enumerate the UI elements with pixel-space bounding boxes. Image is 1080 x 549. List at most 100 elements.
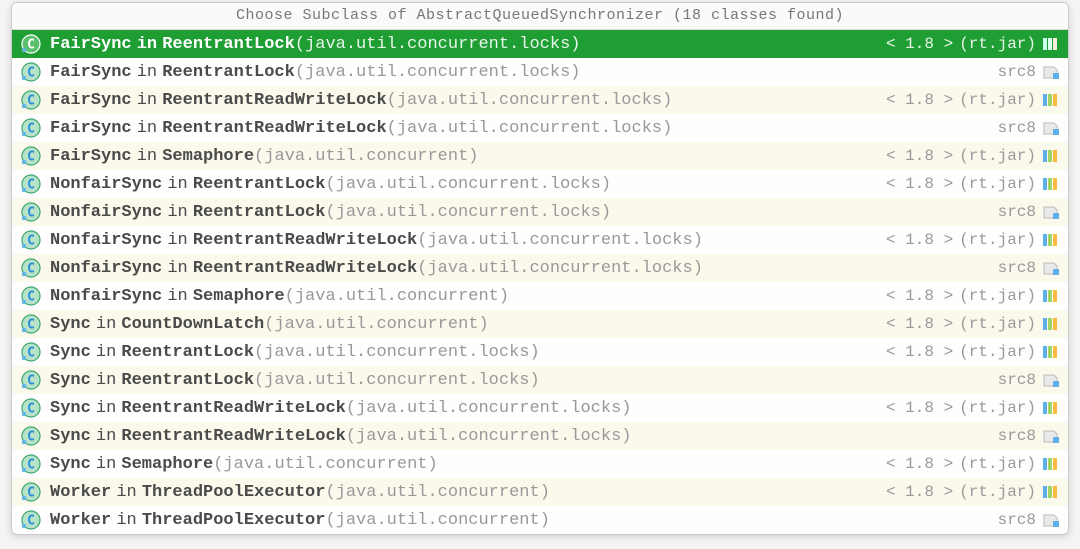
class-list-item[interactable]: C NonfairSync in Semaphore (java.util.co… — [12, 282, 1068, 310]
class-list-item[interactable]: C NonfairSync in ReentrantLock (java.uti… — [12, 198, 1068, 226]
class-icon: C — [20, 229, 42, 251]
class-list-item[interactable]: C Sync in CountDownLatch (java.util.conc… — [12, 310, 1068, 338]
class-name: FairSync — [50, 147, 132, 166]
package-name: (java.util.concurrent) — [325, 511, 549, 530]
class-list-item[interactable]: C FairSync in ReentrantLock (java.util.c… — [12, 30, 1068, 58]
container-class: ReentrantLock — [193, 203, 326, 222]
class-label: FairSync in ReentrantReadWriteLock (java… — [50, 119, 998, 138]
class-name: Sync — [50, 315, 91, 334]
class-label: FairSync in ReentrantReadWriteLock (java… — [50, 91, 886, 110]
class-label: Sync in CountDownLatch (java.util.concur… — [50, 315, 886, 334]
class-list-item[interactable]: C Worker in ThreadPoolExecutor (java.uti… — [12, 506, 1068, 534]
location-info: < 1.8 >(rt.jar) — [886, 343, 1060, 361]
container-class: CountDownLatch — [121, 315, 264, 334]
source-folder-icon — [1042, 371, 1060, 389]
class-icon: C — [20, 173, 42, 195]
source-location: (rt.jar) — [959, 175, 1036, 193]
class-name: FairSync — [50, 35, 132, 54]
jdk-version: < 1.8 > — [886, 455, 953, 473]
package-name: (java.util.concurrent.locks) — [346, 399, 632, 418]
jdk-version: < 1.8 > — [886, 315, 953, 333]
class-icon: C — [20, 117, 42, 139]
class-label: FairSync in ReentrantLock (java.util.con… — [50, 35, 886, 54]
source-location: (rt.jar) — [959, 483, 1036, 501]
in-keyword: in — [116, 511, 136, 530]
svg-text:C: C — [27, 94, 35, 109]
svg-text:C: C — [27, 122, 35, 137]
package-name: (java.util.concurrent.locks) — [295, 35, 581, 54]
class-icon: C — [20, 369, 42, 391]
class-list-item[interactable]: C FairSync in Semaphore (java.util.concu… — [12, 142, 1068, 170]
source-location: src8 — [998, 63, 1036, 81]
class-list-item[interactable]: C Sync in ReentrantReadWriteLock (java.u… — [12, 422, 1068, 450]
library-icon — [1042, 35, 1060, 53]
class-list-item[interactable]: C NonfairSync in ReentrantReadWriteLock … — [12, 226, 1068, 254]
in-keyword: in — [167, 259, 187, 278]
class-list-item[interactable]: C FairSync in ReentrantLock (java.util.c… — [12, 58, 1068, 86]
class-label: NonfairSync in Semaphore (java.util.conc… — [50, 287, 886, 306]
library-icon — [1042, 343, 1060, 361]
class-name: Sync — [50, 343, 91, 362]
svg-text:C: C — [27, 430, 35, 445]
library-icon — [1042, 399, 1060, 417]
container-class: ReentrantLock — [162, 35, 295, 54]
class-name: FairSync — [50, 63, 132, 82]
location-info: < 1.8 >(rt.jar) — [886, 455, 1060, 473]
class-list-item[interactable]: C NonfairSync in ReentrantReadWriteLock … — [12, 254, 1068, 282]
class-icon: C — [20, 145, 42, 167]
location-info: < 1.8 >(rt.jar) — [886, 399, 1060, 417]
in-keyword: in — [96, 371, 116, 390]
svg-text:C: C — [27, 150, 35, 165]
jdk-version: < 1.8 > — [886, 35, 953, 53]
class-name: NonfairSync — [50, 287, 162, 306]
class-list-item[interactable]: C FairSync in ReentrantReadWriteLock (ja… — [12, 86, 1068, 114]
class-icon: C — [20, 89, 42, 111]
location-info: < 1.8 >(rt.jar) — [886, 35, 1060, 53]
svg-text:C: C — [27, 234, 35, 249]
container-class: ReentrantReadWriteLock — [162, 91, 386, 110]
container-class: ReentrantLock — [162, 63, 295, 82]
source-folder-icon — [1042, 203, 1060, 221]
class-list[interactable]: C FairSync in ReentrantLock (java.util.c… — [12, 30, 1068, 534]
popup-title: Choose Subclass of AbstractQueuedSynchro… — [12, 3, 1068, 30]
class-icon: C — [20, 257, 42, 279]
class-icon: C — [20, 61, 42, 83]
class-list-item[interactable]: C Worker in ThreadPoolExecutor (java.uti… — [12, 478, 1068, 506]
container-class: ReentrantLock — [121, 371, 254, 390]
class-list-item[interactable]: C NonfairSync in ReentrantLock (java.uti… — [12, 170, 1068, 198]
container-class: ThreadPoolExecutor — [142, 511, 326, 530]
jdk-version: < 1.8 > — [886, 175, 953, 193]
class-icon: C — [20, 313, 42, 335]
class-name: Sync — [50, 427, 91, 446]
source-folder-icon — [1042, 119, 1060, 137]
container-class: Semaphore — [121, 455, 213, 474]
package-name: (java.util.concurrent.locks) — [417, 231, 703, 250]
class-list-item[interactable]: C Sync in ReentrantLock (java.util.concu… — [12, 338, 1068, 366]
library-icon — [1042, 315, 1060, 333]
in-keyword: in — [96, 315, 116, 334]
class-name: Worker — [50, 483, 111, 502]
package-name: (java.util.concurrent.locks) — [254, 371, 540, 390]
svg-text:C: C — [27, 318, 35, 333]
package-name: (java.util.concurrent.locks) — [346, 427, 632, 446]
class-label: Sync in Semaphore (java.util.concurrent) — [50, 455, 886, 474]
class-list-item[interactable]: C Sync in ReentrantLock (java.util.concu… — [12, 366, 1068, 394]
class-name: NonfairSync — [50, 259, 162, 278]
source-location: (rt.jar) — [959, 343, 1036, 361]
jdk-version: < 1.8 > — [886, 287, 953, 305]
svg-text:C: C — [27, 38, 35, 53]
library-icon — [1042, 91, 1060, 109]
package-name: (java.util.concurrent.locks) — [295, 63, 581, 82]
location-info: src8 — [998, 511, 1060, 529]
package-name: (java.util.concurrent) — [254, 147, 478, 166]
container-class: Semaphore — [162, 147, 254, 166]
container-class: ReentrantLock — [121, 343, 254, 362]
jdk-version: < 1.8 > — [886, 399, 953, 417]
jdk-version: < 1.8 > — [886, 231, 953, 249]
class-list-item[interactable]: C FairSync in ReentrantReadWriteLock (ja… — [12, 114, 1068, 142]
source-folder-icon — [1042, 427, 1060, 445]
class-list-item[interactable]: C Sync in ReentrantReadWriteLock (java.u… — [12, 394, 1068, 422]
svg-text:C: C — [27, 262, 35, 277]
class-list-item[interactable]: C Sync in Semaphore (java.util.concurren… — [12, 450, 1068, 478]
class-label: Sync in ReentrantLock (java.util.concurr… — [50, 343, 886, 362]
